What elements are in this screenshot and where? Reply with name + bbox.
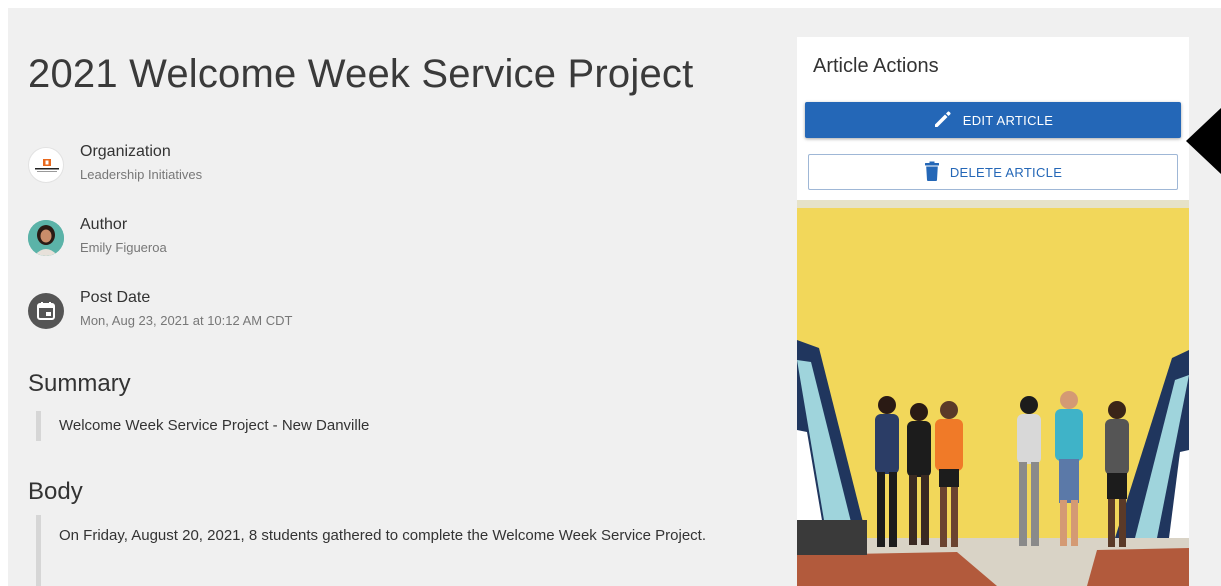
body-text: On Friday, August 20, 2021, 8 students g…: [59, 527, 707, 544]
article-actions-title: Article Actions: [813, 55, 939, 77]
body-heading: Body: [28, 478, 83, 505]
organization-row: Organization Leadership Initiatives: [28, 143, 628, 187]
edit-article-button[interactable]: EDIT ARTICLE: [805, 102, 1181, 138]
organization-value[interactable]: Leadership Initiatives: [80, 167, 202, 182]
post-date-row: Post Date Mon, Aug 23, 2021 at 10:12 AM …: [28, 289, 628, 333]
author-label: Author: [80, 216, 128, 233]
summary-text: Welcome Week Service Project - New Danvi…: [59, 417, 370, 434]
page-title: 2021 Welcome Week Service Project: [28, 52, 694, 96]
pencil-icon: [933, 109, 953, 132]
delete-article-label: DELETE ARTICLE: [949, 164, 1063, 180]
edit-article-label: EDIT ARTICLE: [962, 112, 1054, 128]
trash-icon: [924, 161, 940, 184]
article-photo: [797, 200, 1189, 586]
calendar-icon: [28, 293, 64, 329]
post-date-label: Post Date: [80, 289, 151, 306]
author-value[interactable]: Emily Figueroa: [80, 240, 167, 255]
summary-heading: Summary: [28, 370, 131, 397]
arrow-pointer-icon: [1186, 108, 1221, 174]
delete-article-button[interactable]: DELETE ARTICLE: [808, 154, 1178, 190]
body-quote: On Friday, August 20, 2021, 8 students g…: [36, 515, 706, 586]
author-avatar[interactable]: [28, 220, 64, 256]
author-row: Author Emily Figueroa: [28, 216, 628, 260]
article-page: 2021 Welcome Week Service Project Organi…: [8, 8, 1221, 586]
post-date-value: Mon, Aug 23, 2021 at 10:12 AM CDT: [80, 313, 293, 328]
organization-label: Organization: [80, 143, 171, 160]
organization-logo[interactable]: [28, 147, 64, 183]
summary-quote: Welcome Week Service Project - New Danvi…: [36, 411, 369, 441]
article-actions-panel: Article Actions EDIT ARTICLE DELETE ARTI…: [797, 37, 1189, 586]
